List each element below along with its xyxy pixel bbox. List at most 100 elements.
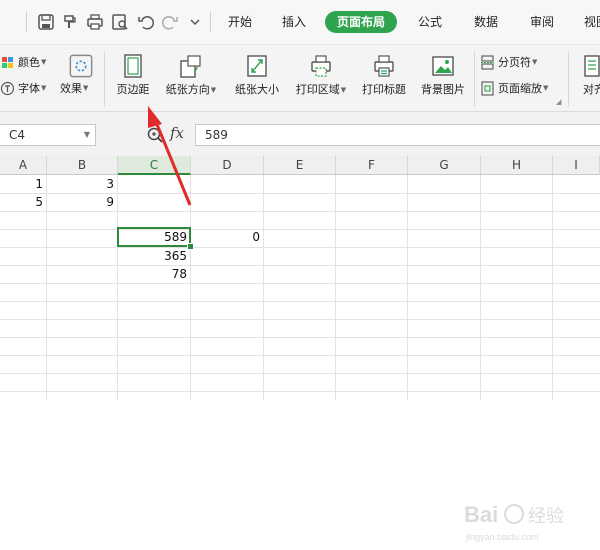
page-break-button[interactable]: 分页符 ▼	[480, 53, 537, 71]
print-area-button[interactable]: 打印区域▼	[290, 53, 352, 97]
insert-function-button[interactable]: fx	[170, 124, 184, 142]
spreadsheet-grid[interactable]: A B C D E F G H I 1 3 5 9 589 0 365 78 B…	[0, 156, 600, 542]
zoom-search-icon[interactable]	[146, 126, 164, 144]
format-painter-icon[interactable]	[60, 12, 80, 32]
gridline	[0, 355, 600, 356]
theme-colors-label: 颜色	[18, 56, 40, 69]
page-zoom-button[interactable]: 页面缩放 ▼	[480, 79, 548, 97]
cell-c5[interactable]: 365	[118, 247, 191, 266]
cell-c6[interactable]: 78	[118, 265, 191, 284]
print-titles-button[interactable]: 打印标题	[357, 53, 411, 97]
dropdown-caret-icon: ▼	[41, 84, 47, 92]
watermark-url: jingyan.baidu.com	[465, 532, 539, 542]
theme-fonts-button[interactable]: 字体 ▼	[0, 79, 46, 97]
print-icon[interactable]	[85, 12, 105, 32]
separator	[26, 12, 27, 32]
margins-icon	[120, 53, 146, 79]
cell-b2[interactable]: 9	[47, 193, 118, 212]
page-break-label: 分页符	[498, 56, 531, 69]
column-header-a[interactable]: A	[0, 156, 47, 175]
ribbon-separator	[474, 51, 475, 107]
column-header-e[interactable]: E	[264, 156, 336, 175]
theme-fonts-label: 字体	[18, 82, 40, 95]
orientation-label: 纸张方向	[165, 83, 210, 96]
dropdown-caret-icon: ▼	[210, 86, 217, 94]
theme-effects-icon-button[interactable]	[62, 53, 96, 78]
ribbon-separator	[568, 51, 569, 107]
paper-size-button[interactable]: 纸张大小	[230, 53, 284, 97]
paper-size-icon	[244, 53, 270, 79]
formula-input[interactable]: 589	[195, 124, 600, 146]
page-zoom-icon	[481, 80, 494, 96]
watermark-text-jingyan: 经验	[528, 506, 564, 527]
gridline	[0, 391, 600, 392]
ribbon-separator	[104, 51, 105, 107]
watermark-text-bai: Bai	[464, 502, 498, 527]
column-header-f[interactable]: F	[336, 156, 408, 175]
gridline	[407, 175, 408, 400]
tab-formulas[interactable]: 公式	[412, 11, 448, 33]
gridline	[190, 175, 191, 400]
align-label: 对齐	[583, 83, 600, 96]
align-icon	[581, 53, 600, 79]
redo-icon[interactable]	[160, 12, 180, 32]
align-button[interactable]: 对齐	[574, 53, 600, 97]
ribbon: 颜色 ▼ 字体 ▼ 效果 ▼ 页边距 纸张方向▼ 纸张大小 打印区域▼ 打印标题…	[0, 45, 600, 112]
formula-bar: C4 ▼ fx 589	[0, 112, 600, 157]
tab-view[interactable]: 视图	[578, 11, 600, 33]
gridline	[0, 319, 600, 320]
tab-insert[interactable]: 插入	[276, 11, 312, 33]
gridline	[335, 175, 336, 400]
print-area-icon	[308, 53, 334, 79]
column-header-h[interactable]: H	[481, 156, 553, 175]
chevron-down-icon[interactable]: ▼	[84, 125, 90, 145]
undo-icon[interactable]	[136, 12, 156, 32]
margins-label: 页边距	[116, 83, 150, 96]
column-header-b[interactable]: B	[47, 156, 118, 175]
dropdown-caret-icon: ▼	[83, 84, 89, 92]
font-icon	[0, 81, 15, 95]
margins-button[interactable]: 页边距	[110, 53, 156, 97]
cell-d4[interactable]: 0	[191, 228, 264, 247]
orientation-button[interactable]: 纸张方向▼	[160, 53, 222, 97]
gridline	[0, 247, 600, 248]
separator	[210, 12, 211, 32]
gridline	[0, 265, 600, 266]
tab-data[interactable]: 数据	[468, 11, 504, 33]
print-preview-icon[interactable]	[110, 12, 130, 32]
watermark: Bai 经验 jingyan.baidu.com	[462, 496, 592, 546]
tab-home[interactable]: 开始	[222, 11, 258, 33]
cell-a1[interactable]: 1	[0, 175, 47, 194]
column-header-c[interactable]: C	[118, 156, 191, 175]
column-header-d[interactable]: D	[191, 156, 264, 175]
name-box[interactable]: C4 ▼	[0, 124, 96, 146]
gridline	[0, 283, 600, 284]
dialog-launcher-icon[interactable]: ◢	[556, 93, 561, 111]
cell-a2[interactable]: 5	[0, 193, 47, 212]
tab-page-layout[interactable]: 页面布局	[325, 11, 397, 33]
paper-size-label: 纸张大小	[235, 83, 279, 96]
active-cell-selection[interactable]	[117, 227, 191, 247]
column-header-g[interactable]: G	[408, 156, 481, 175]
save-icon[interactable]	[36, 12, 56, 32]
print-titles-label: 打印标题	[362, 83, 406, 96]
print-titles-icon	[371, 53, 397, 79]
cell-b1[interactable]: 3	[47, 175, 118, 194]
orientation-icon	[178, 53, 204, 79]
dropdown-caret-icon: ▼	[532, 58, 538, 66]
effects-icon	[68, 53, 93, 78]
page-zoom-label: 页面缩放	[498, 82, 542, 95]
theme-colors-button[interactable]: 颜色 ▼	[0, 53, 46, 71]
gridline	[480, 175, 481, 400]
dropdown-caret-icon: ▼	[340, 86, 347, 94]
gridline	[0, 337, 600, 338]
fill-handle[interactable]	[187, 243, 194, 250]
theme-effects-button[interactable]: 效果 ▼	[60, 79, 88, 97]
name-box-value: C4	[9, 128, 26, 142]
tab-review[interactable]: 审阅	[524, 11, 560, 33]
background-image-button[interactable]: 背景图片	[416, 53, 470, 97]
column-header-i[interactable]: I	[553, 156, 600, 175]
theme-effects-label: 效果	[60, 82, 82, 95]
print-area-label: 打印区域	[295, 83, 340, 96]
customize-icon[interactable]	[185, 12, 205, 32]
